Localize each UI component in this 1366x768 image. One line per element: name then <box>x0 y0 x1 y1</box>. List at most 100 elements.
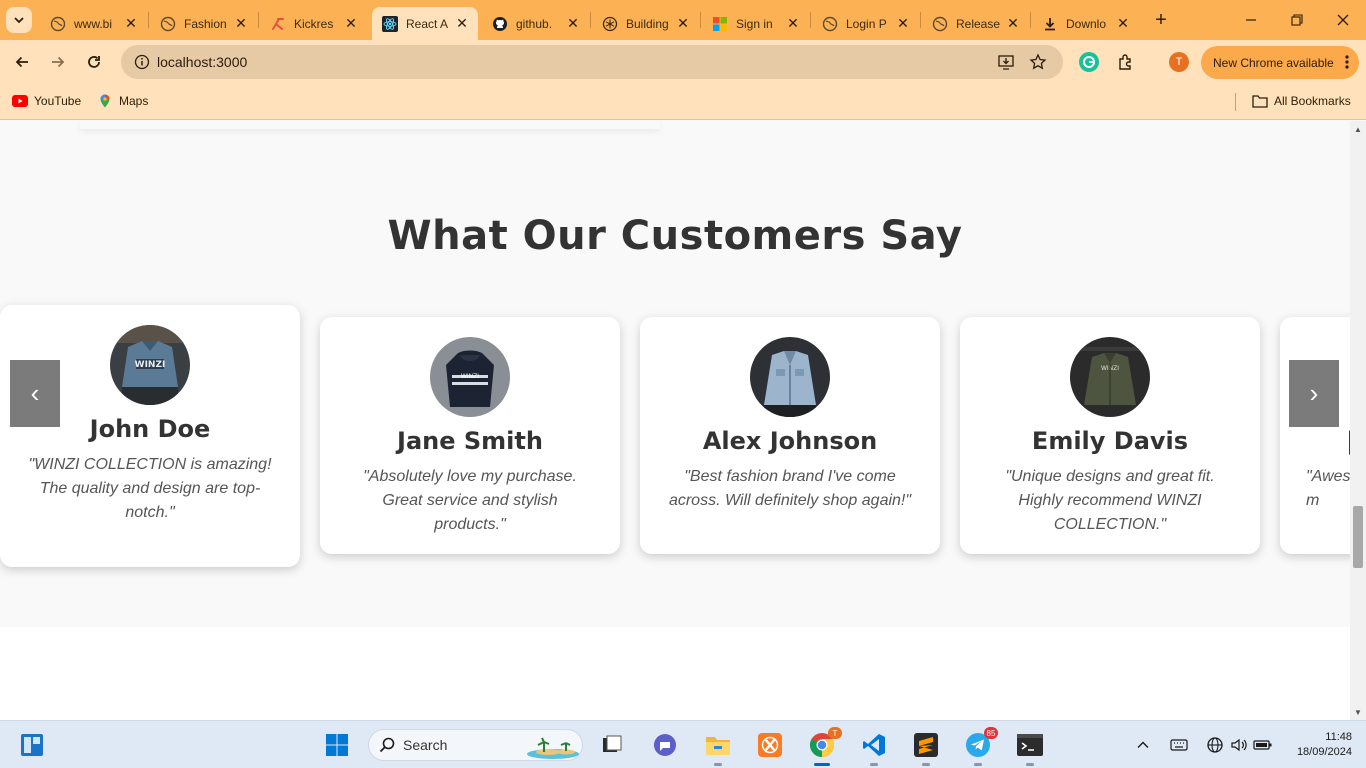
tab-close-icon[interactable]: ✕ <box>454 15 470 32</box>
all-bookmarks-label: All Bookmarks <box>1274 94 1351 108</box>
clock-time: 11:48 <box>1325 731 1352 743</box>
tab-separator <box>810 12 811 28</box>
tab-release[interactable]: Release ✕ <box>922 7 1029 40</box>
customer-avatar: WINZI <box>110 325 190 405</box>
running-indicator <box>922 763 930 766</box>
back-button[interactable] <box>10 50 34 74</box>
testimonial-card: WINZI Emily Davis "Unique designs and gr… <box>960 317 1260 554</box>
customer-avatar: WINZI <box>430 337 510 417</box>
reload-button[interactable] <box>82 50 106 74</box>
page-viewport: What Our Customers Say WINZI John Doe "W… <box>0 121 1350 720</box>
customer-avatar: WINZI <box>1070 337 1150 417</box>
new-tab-button[interactable]: + <box>1150 9 1172 31</box>
task-view-icon[interactable] <box>598 731 626 759</box>
tab-separator <box>258 12 259 28</box>
keyboard-icon[interactable] <box>1169 735 1189 755</box>
globe-icon <box>160 16 176 32</box>
github-icon <box>492 16 508 32</box>
grammarly-icon[interactable] <box>1078 51 1100 73</box>
url-text[interactable]: localhost:3000 <box>157 54 247 70</box>
tab-separator <box>700 12 701 28</box>
svg-text:WINZI: WINZI <box>461 373 479 380</box>
tab-title: Release <box>956 16 1001 31</box>
running-indicator <box>870 763 878 766</box>
running-indicator <box>1026 763 1034 766</box>
chrome-icon[interactable]: T <box>808 727 842 766</box>
teams-chat-icon[interactable] <box>651 731 679 759</box>
maps-icon <box>97 93 113 109</box>
tab-fashion[interactable]: Fashion ✕ <box>150 7 257 40</box>
customer-name: Emily Davis <box>1031 427 1189 455</box>
system-clock[interactable]: 11:48 18/09/2024 <box>1276 730 1352 760</box>
scroll-down-arrow[interactable]: ▼ <box>1350 704 1366 720</box>
bookmark-star-icon[interactable] <box>1029 53 1047 71</box>
running-indicator <box>714 763 722 766</box>
restore-button[interactable] <box>1285 8 1309 32</box>
tab-close-icon[interactable]: ✕ <box>895 15 911 32</box>
xampp-icon[interactable] <box>756 731 784 759</box>
telegram-icon[interactable]: 85 <box>964 727 998 766</box>
bookmark-youtube[interactable]: YouTube <box>12 93 81 109</box>
clock-date: 18/09/2024 <box>1296 746 1352 758</box>
scroll-up-arrow[interactable]: ▲ <box>1350 121 1366 137</box>
svg-text:WINZI: WINZI <box>135 360 166 370</box>
all-bookmarks-button[interactable]: All Bookmarks <box>1252 93 1351 109</box>
tab-close-icon[interactable]: ✕ <box>675 15 691 32</box>
chatgpt-icon <box>602 16 618 32</box>
bookmarks-divider <box>1235 93 1236 111</box>
address-bar[interactable]: localhost:3000 <box>121 45 1063 79</box>
taskbar-search[interactable]: Search <box>368 729 583 761</box>
tab-sign-in[interactable]: Sign in ✕ <box>702 7 809 40</box>
arrow-right-icon <box>52 56 65 68</box>
more-vert-icon <box>1345 55 1349 69</box>
start-icon[interactable] <box>323 731 351 759</box>
vscode-icon[interactable] <box>860 731 888 766</box>
sublime-text-icon[interactable] <box>912 731 940 766</box>
tab-login[interactable]: Login P ✕ <box>812 7 919 40</box>
profile-avatar[interactable]: T <box>1169 52 1189 72</box>
tab-title: React A <box>406 16 449 31</box>
carousel-prev-button[interactable]: ‹ <box>10 360 60 427</box>
language-globe-icon[interactable] <box>1205 735 1225 755</box>
tab-close-icon[interactable]: ✕ <box>1115 15 1131 32</box>
volume-icon[interactable] <box>1229 735 1249 755</box>
minimize-button[interactable] <box>1239 8 1263 32</box>
tab-www-bi[interactable]: www.bi ✕ <box>40 7 147 40</box>
tab-kickresume[interactable]: Kickres ✕ <box>260 7 367 40</box>
tab-github[interactable]: github. ✕ <box>482 7 589 40</box>
arrow-left-icon <box>15 56 28 68</box>
forward-button[interactable] <box>46 50 70 74</box>
install-app-icon[interactable] <box>997 53 1015 71</box>
terminal-icon[interactable] <box>1016 731 1044 766</box>
battery-icon[interactable] <box>1253 735 1273 755</box>
chevron-up-icon[interactable] <box>1133 735 1153 755</box>
tab-title: github. <box>516 16 553 31</box>
tab-close-icon[interactable]: ✕ <box>123 15 139 32</box>
tab-search-button[interactable] <box>6 7 32 33</box>
page-scrollbar[interactable]: ▲ ▼ <box>1350 121 1366 720</box>
tab-title: Downlo <box>1066 16 1107 31</box>
testimonial-card: WINZI Jane Smith "Absolutely love my pur… <box>320 317 620 554</box>
tab-separator <box>148 12 149 28</box>
section-title: What Our Customers Say <box>387 213 963 259</box>
extensions-icon[interactable] <box>1115 51 1137 73</box>
carousel-next-button[interactable]: › <box>1289 360 1339 427</box>
tab-close-icon[interactable]: ✕ <box>343 15 359 32</box>
tab-download[interactable]: Downlo ✕ <box>1032 7 1139 40</box>
widgets-icon[interactable] <box>18 731 46 759</box>
testimonial-card: | "Aweso m <box>1280 317 1350 554</box>
update-label: New Chrome available <box>1213 55 1334 70</box>
tab-close-icon[interactable]: ✕ <box>565 15 581 32</box>
file-explorer-icon[interactable] <box>704 731 732 766</box>
new-chrome-available-button[interactable]: New Chrome available <box>1201 46 1359 79</box>
tab-close-icon[interactable]: ✕ <box>233 15 249 32</box>
bookmark-maps[interactable]: Maps <box>97 93 148 109</box>
tab-close-icon[interactable]: ✕ <box>1005 15 1021 32</box>
close-window-button[interactable] <box>1331 8 1355 32</box>
site-info-icon[interactable] <box>134 54 150 70</box>
tab-building[interactable]: Building ✕ <box>592 7 699 40</box>
scrollbar-thumb[interactable] <box>1353 506 1363 568</box>
bookmark-label: Maps <box>119 94 149 108</box>
tab-close-icon[interactable]: ✕ <box>785 15 801 32</box>
tab-react-app[interactable]: React A ✕ <box>372 7 478 40</box>
